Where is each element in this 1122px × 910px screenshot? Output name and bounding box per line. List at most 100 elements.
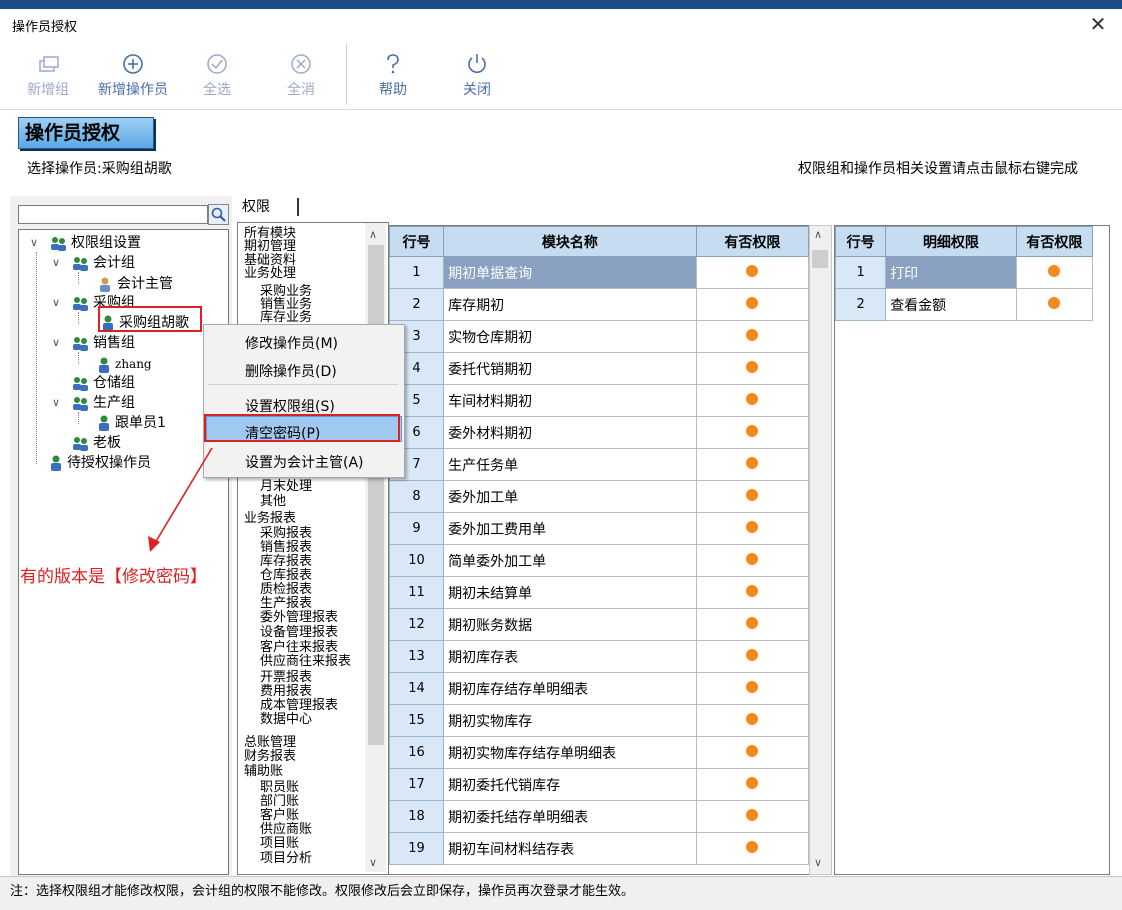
grid-scrollbar[interactable]: [809, 225, 832, 875]
module-item[interactable]: 业务报表: [244, 512, 296, 525]
permission-cell[interactable]: [695, 768, 809, 801]
permission-cell[interactable]: [695, 512, 809, 545]
module-item[interactable]: 客户往来报表: [260, 641, 338, 654]
permission-cell[interactable]: [695, 480, 809, 513]
tree-node-warehouse[interactable]: 仓储组: [70, 374, 135, 392]
menu-item-set-group[interactable]: 设置权限组(S): [245, 396, 335, 416]
module-item[interactable]: 销售报表: [260, 541, 312, 554]
permission-cell[interactable]: [695, 832, 809, 865]
detail-grid[interactable]: 行号 明细权限 有否权限 1 打印 2 查看金额: [834, 225, 1110, 875]
scroll-down-icon[interactable]: ∨: [369, 856, 377, 869]
tree-node-sales-user[interactable]: zhang: [96, 355, 152, 373]
tree-node-root[interactable]: 权限组设置: [48, 234, 141, 252]
permission-cell[interactable]: [695, 608, 809, 641]
tree-node-accounting[interactable]: 会计组: [70, 254, 135, 272]
module-item[interactable]: 数据中心: [260, 713, 312, 726]
col-permission[interactable]: 有否权限: [695, 226, 809, 257]
select-all-button[interactable]: 全选: [194, 41, 240, 109]
module-item[interactable]: 项目分析: [260, 852, 312, 865]
permission-cell[interactable]: [695, 288, 809, 321]
scroll-down-icon[interactable]: ∨: [814, 856, 822, 869]
module-item[interactable]: 期初管理: [244, 240, 296, 253]
permission-cell[interactable]: [695, 576, 809, 609]
permission-cell[interactable]: [695, 704, 809, 737]
table-row[interactable]: 1 打印: [835, 256, 1094, 289]
module-item[interactable]: 费用报表: [260, 685, 312, 698]
col-module-name[interactable]: 模块名称: [443, 226, 697, 257]
table-row[interactable]: 7 生产任务单: [389, 448, 809, 481]
module-item[interactable]: 成本管理报表: [260, 699, 338, 712]
table-row[interactable]: 19 期初车间材料结存表: [389, 832, 809, 865]
permission-cell[interactable]: [1015, 256, 1094, 289]
collapse-icon[interactable]: ∨: [52, 336, 60, 349]
permission-cell[interactable]: [695, 384, 809, 417]
module-item[interactable]: 辅助账: [244, 765, 283, 778]
collapse-icon[interactable]: ∨: [52, 296, 60, 309]
permission-cell[interactable]: [695, 320, 809, 353]
permission-cell[interactable]: [695, 448, 809, 481]
permission-cell[interactable]: [695, 640, 809, 673]
tree-node-accounting-supervisor[interactable]: 会计主管: [96, 275, 173, 293]
table-row[interactable]: 8 委外加工单: [389, 480, 809, 513]
module-item[interactable]: 质检报表: [260, 583, 312, 596]
collapse-icon[interactable]: ∨: [52, 256, 60, 269]
permission-cell[interactable]: [695, 800, 809, 833]
table-row[interactable]: 12 期初账务数据: [389, 608, 809, 641]
module-item[interactable]: 部门账: [260, 795, 299, 808]
permission-cell[interactable]: [695, 544, 809, 577]
permission-cell[interactable]: [695, 416, 809, 449]
table-row[interactable]: 2 库存期初: [389, 288, 809, 321]
module-item[interactable]: 项目账: [260, 837, 299, 850]
permission-cell[interactable]: [695, 256, 809, 289]
help-button[interactable]: 帮助: [370, 41, 416, 109]
tree-node-sales[interactable]: 销售组: [70, 334, 135, 352]
module-item[interactable]: 仓库报表: [260, 569, 312, 582]
col-row[interactable]: 行号: [389, 226, 445, 257]
col-row[interactable]: 行号: [835, 226, 887, 257]
table-row[interactable]: 10 简单委外加工单: [389, 544, 809, 577]
module-grid[interactable]: 行号 模块名称 有否权限 1 期初单据查询 2 库存期初 3 实物仓库期初 4 委托代销期初 5…: [388, 225, 810, 875]
grid-scroll-thumb[interactable]: [812, 250, 828, 268]
table-row[interactable]: 2 查看金额: [835, 288, 1094, 321]
module-item[interactable]: 库存业务: [260, 311, 312, 324]
menu-item-delete[interactable]: 删除操作员(D): [245, 361, 337, 381]
new-group-button[interactable]: 新增组: [20, 41, 76, 109]
scroll-up-icon[interactable]: ∧: [814, 228, 822, 241]
table-row[interactable]: 6 委外材料期初: [389, 416, 809, 449]
permission-cell[interactable]: [695, 672, 809, 705]
module-item[interactable]: 月末处理: [260, 480, 312, 493]
table-row[interactable]: 4 委托代销期初: [389, 352, 809, 385]
scroll-up-icon[interactable]: ∧: [369, 228, 377, 241]
table-row[interactable]: 5 车间材料期初: [389, 384, 809, 417]
module-item[interactable]: 财务报表: [244, 750, 296, 763]
table-row[interactable]: 1 期初单据查询: [389, 256, 809, 289]
collapse-icon[interactable]: ∨: [52, 396, 60, 409]
tree-node-pending[interactable]: 待授权操作员: [48, 454, 151, 472]
module-item[interactable]: 设备管理报表: [260, 626, 338, 639]
permission-cell[interactable]: [695, 352, 809, 385]
table-row[interactable]: 15 期初实物库存: [389, 704, 809, 737]
module-item[interactable]: 供应商往来报表: [260, 655, 351, 668]
permission-cell[interactable]: [1015, 288, 1094, 321]
module-item[interactable]: 开票报表: [260, 671, 312, 684]
search-button[interactable]: [208, 204, 229, 225]
deselect-all-button[interactable]: 全消: [278, 41, 324, 109]
module-item[interactable]: 其他: [260, 495, 286, 508]
module-item[interactable]: 采购报表: [260, 527, 312, 540]
collapse-icon[interactable]: ∨: [30, 236, 38, 249]
table-row[interactable]: 18 期初委托结存单明细表: [389, 800, 809, 833]
new-operator-button[interactable]: 新增操作员: [92, 41, 174, 109]
tree-node-production-user[interactable]: 跟单员1: [96, 414, 166, 432]
module-item[interactable]: 委外管理报表: [260, 611, 338, 624]
close-icon[interactable]: ✕: [1086, 11, 1110, 37]
menu-item-modify[interactable]: 修改操作员(M): [245, 333, 338, 353]
col-permission[interactable]: 有否权限: [1015, 226, 1094, 257]
tab-permissions[interactable]: 权限: [236, 196, 298, 218]
close-button[interactable]: 关闭: [454, 41, 500, 109]
table-row[interactable]: 17 期初委托代销库存: [389, 768, 809, 801]
menu-item-set-supervisor[interactable]: 设置为会计主管(A): [245, 452, 364, 472]
module-item[interactable]: 总账管理: [244, 736, 296, 749]
tree-node-boss[interactable]: 老板: [70, 434, 121, 452]
table-row[interactable]: 3 实物仓库期初: [389, 320, 809, 353]
table-row[interactable]: 11 期初未结算单: [389, 576, 809, 609]
